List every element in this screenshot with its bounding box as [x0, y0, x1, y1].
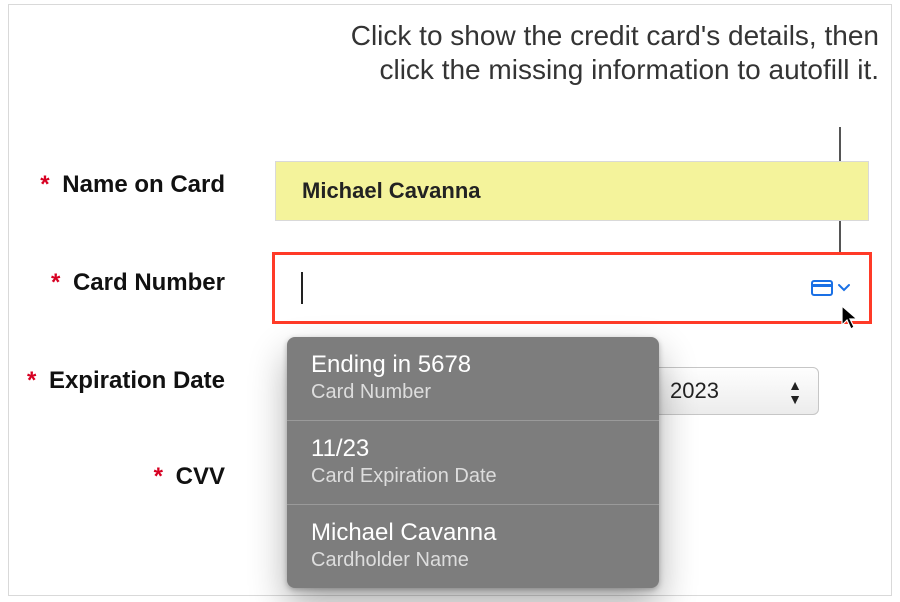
autofill-secondary: Card Number — [311, 381, 635, 404]
label-expiration-date: Expiration Date — [49, 367, 225, 394]
label-name-on-card: Name on Card — [62, 171, 225, 198]
cursor-icon — [841, 305, 861, 331]
chevron-down-icon — [837, 283, 851, 293]
autofill-option-cardholder[interactable]: Michael Cavanna Cardholder Name — [287, 505, 659, 588]
autofill-primary: Michael Cavanna — [311, 519, 635, 547]
row-name-on-card: * Name on Card — [0, 171, 229, 199]
autofill-panel: Ending in 5678 Card Number 11/23 Card Ex… — [287, 337, 659, 588]
card-number-field[interactable] — [275, 255, 869, 321]
credit-card-icon — [811, 280, 833, 296]
autofill-option-card-number[interactable]: Ending in 5678 Card Number — [287, 337, 659, 421]
autofill-primary: 11/23 — [311, 435, 635, 463]
required-marker: * — [51, 269, 60, 296]
autofill-primary: Ending in 5678 — [311, 351, 635, 379]
row-card-number: * Card Number — [0, 269, 229, 297]
label-cvv: CVV — [176, 463, 225, 490]
autofill-option-expiration[interactable]: 11/23 Card Expiration Date — [287, 421, 659, 505]
form-frame: Click to show the credit card's details,… — [8, 4, 892, 596]
row-expiration-date: * Expiration Date — [0, 367, 229, 395]
autofill-secondary: Cardholder Name — [311, 549, 635, 572]
row-cvv: * CVV — [0, 463, 229, 491]
expiration-year-value: 2023 — [670, 378, 719, 404]
label-card-number: Card Number — [73, 269, 225, 296]
required-marker: * — [154, 463, 163, 490]
text-caret — [301, 272, 303, 304]
required-marker: * — [27, 367, 36, 394]
autofill-toggle[interactable] — [811, 280, 851, 296]
name-on-card-value: Michael Cavanna — [302, 178, 481, 204]
name-on-card-field[interactable]: Michael Cavanna — [275, 161, 869, 221]
required-marker: * — [40, 171, 49, 198]
instruction-text: Click to show the credit card's details,… — [339, 19, 879, 86]
select-stepper-icon: ▲▼ — [788, 378, 802, 406]
autofill-secondary: Card Expiration Date — [311, 465, 635, 488]
